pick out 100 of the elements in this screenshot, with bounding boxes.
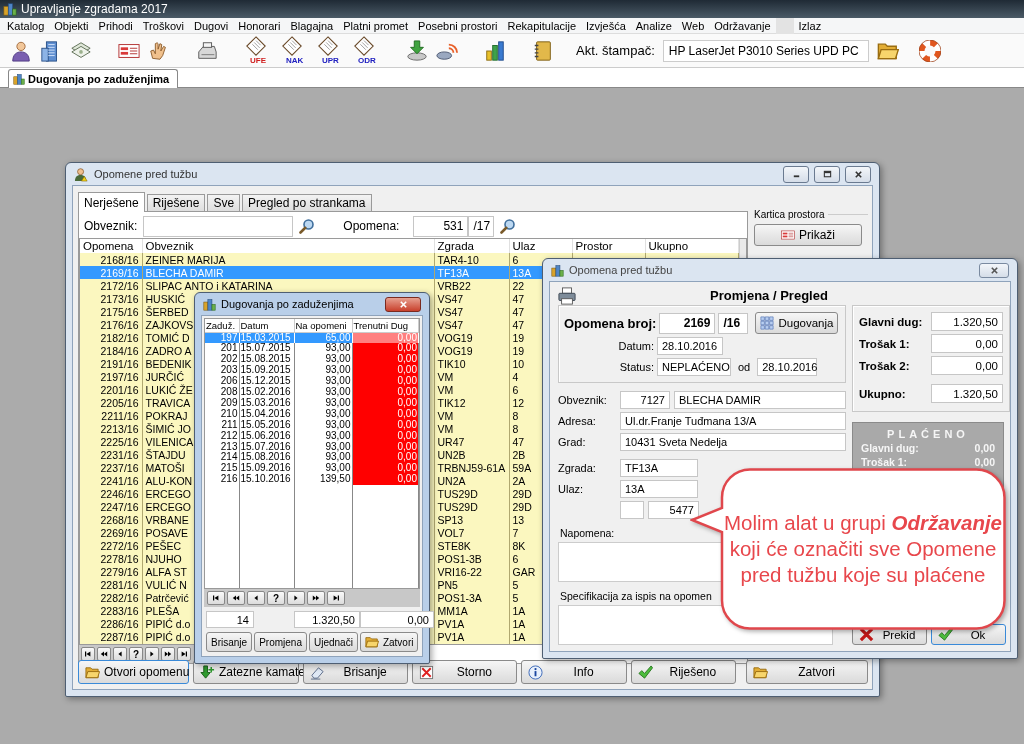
text-field[interactable]: 13A	[620, 480, 698, 498]
first-record-button[interactable]	[207, 591, 225, 605]
table-cell[interactable]: 2176/16	[80, 318, 142, 332]
printer-field[interactable]: HP LaserJet P3010 Series UPD PC	[662, 39, 869, 62]
obveznik-field[interactable]	[143, 215, 294, 237]
minimize-button[interactable]	[783, 165, 809, 183]
table-cell[interactable]: 2175/16	[80, 305, 142, 319]
column-header[interactable]: Trenutni Dug	[352, 319, 419, 332]
search-icon[interactable]	[500, 218, 517, 234]
table-cell[interactable]: 2197/16	[80, 370, 142, 384]
cash-register-icon[interactable]	[196, 39, 218, 62]
menu-item[interactable]: Posebni prostori	[413, 17, 503, 34]
column-header[interactable]: Datum	[239, 319, 294, 332]
page-forward-button[interactable]	[307, 591, 325, 605]
table-cell[interactable]: 203	[205, 365, 239, 377]
table-cell[interactable]: 209	[205, 397, 239, 409]
page-back-button[interactable]	[97, 647, 111, 661]
person-icon[interactable]	[10, 39, 32, 62]
table-cell[interactable]: 2213/16	[80, 422, 142, 436]
table-cell[interactable]: 2237/16	[80, 461, 142, 475]
action-button[interactable]: Promjena	[254, 632, 307, 652]
printer-icon[interactable]	[558, 286, 576, 305]
text-field[interactable]: 7127	[620, 391, 670, 409]
table-cell[interactable]: 2205/16	[80, 396, 142, 410]
menu-item[interactable]: Blagajna	[285, 17, 339, 34]
debts-button[interactable]: Dugovanja	[755, 312, 839, 334]
table-cell[interactable]: 216	[205, 474, 239, 486]
menu-item[interactable]: Honorari	[233, 17, 286, 34]
text-field[interactable]: BLECHA DAMIR	[674, 391, 846, 409]
notebook-icon[interactable]	[532, 39, 554, 62]
table-cell[interactable]: 2184/16	[80, 344, 142, 358]
table-cell[interactable]: 201	[205, 343, 239, 355]
table-cell[interactable]: 2168/16	[80, 253, 142, 267]
action-button[interactable]: Brisanje	[206, 632, 253, 652]
table-cell[interactable]: 2172/16	[80, 279, 142, 293]
next-record-button[interactable]	[287, 591, 305, 605]
next-record-button[interactable]	[145, 647, 159, 661]
close-button[interactable]	[385, 296, 421, 312]
column-header[interactable]: Zaduž.	[205, 319, 239, 332]
menu-item[interactable]: Izlaz	[793, 17, 827, 34]
menu-item[interactable]: Katalog	[2, 17, 50, 34]
table-cell[interactable]: 2272/16	[80, 539, 142, 553]
table-cell[interactable]: 212	[205, 430, 239, 442]
previous-record-button[interactable]	[113, 647, 127, 661]
menu-item[interactable]: Platni promet	[338, 17, 414, 34]
table-cell[interactable]: 213	[205, 441, 239, 453]
page-forward-button[interactable]	[161, 647, 175, 661]
tab[interactable]: Nerješene	[78, 192, 145, 212]
table-cell[interactable]: 214	[205, 452, 239, 464]
table-cell[interactable]: 2201/16	[80, 383, 142, 397]
table-cell[interactable]: 2225/16	[80, 435, 142, 449]
text-field[interactable]: TF13A	[620, 459, 698, 477]
action-button[interactable]: Zatvori	[359, 632, 419, 652]
table-cell[interactable]: 2241/16	[80, 474, 142, 488]
table-cell[interactable]: 2191/16	[80, 357, 142, 371]
table-cell[interactable]: 202	[205, 354, 239, 366]
column-header[interactable]: Prostor	[572, 239, 645, 254]
year-field[interactable]: /17	[468, 215, 495, 237]
table-cell[interactable]: 2182/16	[80, 331, 142, 345]
number-field[interactable]: 2169	[659, 312, 716, 334]
menu-item[interactable]: Prihodi	[93, 17, 138, 34]
maximize-button[interactable]	[814, 165, 840, 183]
find-record-button[interactable]: ?	[129, 647, 143, 661]
date-field[interactable]: 28.10.2016	[757, 358, 818, 376]
close-button[interactable]	[845, 165, 871, 183]
column-header[interactable]: Zgrada	[434, 239, 509, 254]
menu-item[interactable]: Rekapitulacije	[502, 17, 582, 34]
column-header[interactable]: Ulaz	[509, 239, 572, 254]
table-cell[interactable]: 2268/16	[80, 513, 142, 527]
table-cell[interactable]: 215	[205, 463, 239, 475]
text-field[interactable]: 10431 Sveta Nedelja	[620, 433, 846, 451]
column-header[interactable]: Obveznik	[142, 239, 434, 254]
table-cell[interactable]: 2247/16	[80, 500, 142, 514]
menu-item[interactable]: Web	[676, 17, 710, 34]
document-icon[interactable]	[353, 35, 375, 58]
table-cell[interactable]: 208	[205, 387, 239, 398]
table-cell[interactable]: 210	[205, 408, 239, 420]
menu-item[interactable]: Izvješća	[581, 17, 631, 34]
last-record-button[interactable]	[327, 591, 345, 605]
table-cell[interactable]: 2211/16	[80, 409, 142, 423]
unit-field[interactable]: 5477	[648, 501, 699, 519]
action-button[interactable]: Info	[521, 660, 627, 684]
show-button[interactable]: Prikaži	[754, 224, 862, 246]
tab[interactable]: Riješene	[146, 194, 206, 211]
search-icon[interactable]	[299, 218, 316, 234]
first-record-button[interactable]	[81, 647, 95, 661]
tab[interactable]: Pregled po strankama	[242, 194, 372, 211]
date-field[interactable]: 28.10.2016	[657, 337, 723, 355]
lifebuoy-icon[interactable]	[918, 39, 941, 62]
column-header[interactable]: Na opomeni	[294, 319, 352, 332]
text-field[interactable]	[620, 501, 644, 519]
menu-item[interactable]: Održavanje	[709, 17, 776, 34]
table-cell[interactable]: 2246/16	[80, 487, 142, 501]
table-cell[interactable]: 2269/16	[80, 526, 142, 540]
last-record-button[interactable]	[177, 647, 191, 661]
previous-record-button[interactable]	[247, 591, 265, 605]
document-icon[interactable]	[317, 35, 339, 58]
page-back-button[interactable]	[227, 591, 245, 605]
column-header[interactable]: Ukupno	[645, 239, 738, 254]
close-button[interactable]	[979, 262, 1009, 278]
